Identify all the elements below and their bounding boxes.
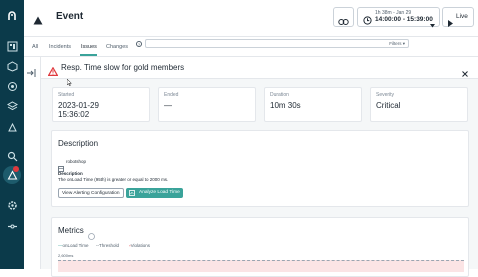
stat-ended: Ended — [158, 87, 256, 122]
description-subheading: Description [58, 171, 83, 176]
stat-label: Ended [164, 92, 179, 98]
stat-value: Critical [376, 101, 401, 110]
event-detail-panel: Resp. Time slow for gold members Started… [24, 57, 478, 277]
close-icon[interactable] [462, 64, 468, 82]
legend-onload-time[interactable]: —onLoad Time [58, 243, 89, 248]
description-card: Description robotshop Description The on… [51, 130, 469, 207]
stat-started: Started 2023-01-29 15:36:02 [52, 87, 150, 122]
tab-all[interactable]: All [32, 44, 38, 50]
collapse-sidebar-icon[interactable] [6, 220, 18, 232]
description-title: Description [58, 139, 99, 148]
stat-label: Started [58, 92, 75, 98]
applications-icon[interactable] [6, 80, 18, 92]
alert-title: Resp. Time slow for gold members [61, 63, 185, 72]
threshold-line [58, 260, 464, 261]
settings-gear-icon[interactable] [6, 199, 18, 211]
clock-icon [363, 12, 372, 30]
logo-icon[interactable] [6, 10, 18, 22]
stat-label: Severity [376, 92, 395, 98]
entity-name[interactable]: robotshop [66, 159, 86, 164]
filters-dropdown[interactable]: Filters ▾ [389, 41, 405, 47]
tab-incidents[interactable]: Incidents [49, 44, 71, 50]
panel-collapse-strip [24, 57, 41, 269]
analyze-label: Analyze Load Time [139, 190, 180, 195]
live-label: Live [456, 13, 468, 20]
filters-label: Filters [389, 41, 402, 46]
info-icon[interactable] [88, 227, 95, 245]
tab-bar: All Incidents Issues Changes ? Filters ▾ [24, 36, 478, 57]
analytics-search-icon[interactable] [6, 150, 18, 162]
warning-triangle-icon [33, 12, 43, 30]
violation-band [58, 260, 464, 272]
collapse-panel-icon[interactable] [27, 64, 36, 82]
active-tab-indicator [80, 54, 97, 56]
analyze-load-time-button[interactable]: Analyze Load Time [126, 188, 183, 198]
stat-value: 10m 30s [270, 101, 301, 110]
legend-label: onLoad Time [62, 243, 89, 248]
chevron-down-icon [430, 15, 435, 33]
alert-header: Resp. Time slow for gold members [41, 57, 478, 79]
metrics-title: Metrics [58, 226, 84, 235]
infrastructure-icon[interactable] [6, 60, 18, 72]
help-icon[interactable]: ? [136, 41, 142, 47]
legend-label: Threshold [99, 243, 120, 248]
view-alerting-configuration-button[interactable]: View Alerting Configuration [58, 188, 124, 198]
critical-alert-icon [47, 63, 59, 81]
stat-value: 2023-01-29 15:36:02 [58, 101, 99, 119]
search-input[interactable]: Filters ▾ [145, 39, 409, 48]
events-badge [13, 166, 19, 172]
tab-changes[interactable]: Changes [106, 44, 128, 50]
stat-date: 2023-01-29 [58, 101, 99, 110]
stat-label: Duration [270, 92, 289, 98]
legend-threshold[interactable]: --Threshold [96, 243, 119, 248]
stat-time: 15:36:02 [58, 110, 90, 119]
time-range-value: 14:00:00 - 15:39:00 [375, 16, 433, 23]
metrics-card: Metrics —onLoad Time --Threshold ▫Violat… [51, 217, 469, 277]
website-monitoring-icon[interactable] [6, 121, 18, 133]
stat-duration: Duration 10m 30s [264, 87, 362, 122]
sidebar [0, 0, 24, 269]
time-range-picker[interactable]: 1h 38m - Jan 29 14:00:00 - 15:39:00 [357, 7, 440, 30]
y-axis-top-label: 2,600ms [58, 253, 74, 258]
dashboard-icon[interactable] [6, 40, 18, 52]
link-button[interactable] [333, 7, 354, 27]
play-icon [448, 14, 453, 32]
live-button[interactable]: Live [442, 7, 474, 27]
stat-value: — [164, 101, 172, 110]
top-bar: Event 1h 38m - Jan 29 14:00:00 - 15:39:0… [24, 0, 478, 37]
analyze-icon [129, 190, 135, 201]
link-icon [338, 13, 349, 31]
stat-severity: Severity Critical [370, 87, 468, 122]
tab-issues[interactable]: Issues [81, 44, 97, 50]
legend-label: Violations [130, 243, 151, 248]
page-title: Event [56, 11, 84, 22]
services-icon[interactable] [6, 100, 18, 112]
description-text: The onLoad Time (95th) is greater or equ… [58, 177, 169, 182]
legend-violations[interactable]: ▫Violations [129, 243, 150, 248]
